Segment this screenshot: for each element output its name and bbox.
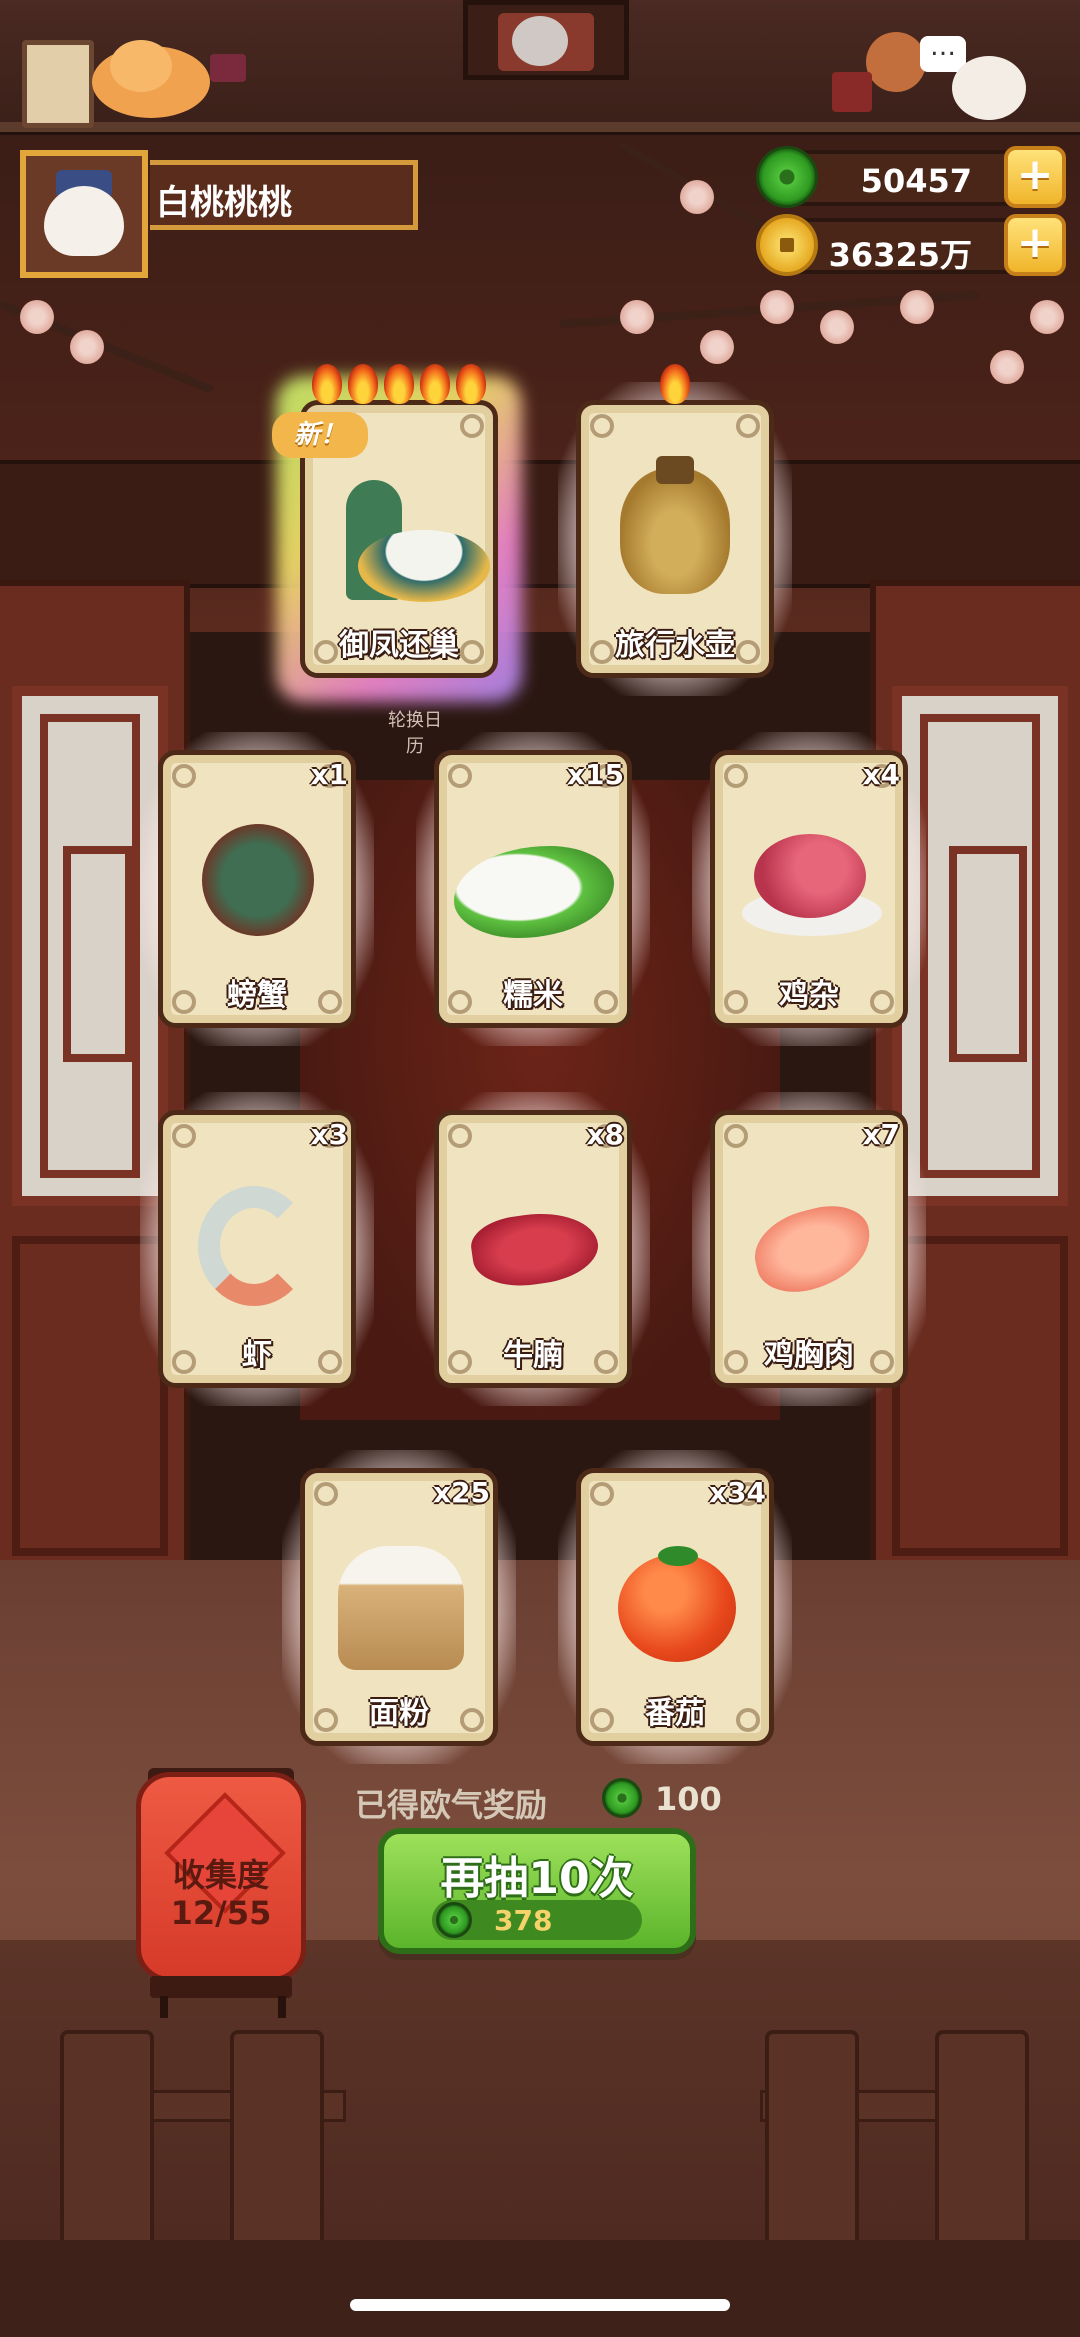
coin-amount: 36325万 [828, 236, 972, 274]
card-name: 鸡胸肉 [764, 1338, 854, 1373]
draw-10-button[interactable]: 再抽10次 378 [378, 1828, 696, 1954]
right-door [870, 580, 1080, 1580]
scroll-decoration [22, 40, 94, 128]
player-name-box: 白桃桃桃 [150, 160, 418, 230]
add-jade-button[interactable]: + [1004, 146, 1066, 208]
cat-avatar-icon [44, 186, 124, 256]
card-special-0[interactable]: 新！ 御凤还巢 [272, 364, 522, 702]
card-name: 旅行水壶 [615, 628, 735, 663]
tomato-icon [618, 1554, 736, 1662]
player-name: 白桃桃桃 [156, 183, 292, 223]
collection-label: 收集度 [172, 1856, 269, 1894]
card-count: x8 [586, 1118, 624, 1151]
card-name: 鸡杂 [779, 978, 839, 1013]
card-name: 虾 [242, 1338, 272, 1373]
card-count: x1 [310, 758, 348, 791]
card-name: 面粉 [369, 1696, 429, 1731]
left-door [0, 580, 190, 1580]
card-item-0[interactable]: x1 螃蟹 [140, 732, 374, 1046]
chef-character-decoration [866, 32, 926, 92]
card-count: x25 [432, 1476, 490, 1509]
phoenix-dish-icon [358, 530, 490, 602]
card-count: x15 [566, 758, 624, 791]
home-indicator [350, 2299, 730, 2311]
white-cat-decoration [952, 56, 1026, 120]
player-avatar[interactable] [20, 150, 148, 278]
card-name: 番茄 [645, 1696, 705, 1731]
card-count: x34 [708, 1476, 766, 1509]
flame-icon [348, 364, 378, 404]
flame-icon [312, 364, 342, 404]
blossom-flower [20, 300, 54, 334]
new-badge: 新！ [272, 412, 368, 458]
card-name: 螃蟹 [227, 978, 287, 1013]
card-item-6[interactable]: x25 面粉 [282, 1450, 516, 1764]
card-item-2[interactable]: x4 鸡杂 [692, 732, 926, 1046]
draw-cost: 378 [494, 1904, 553, 1937]
jade-icon [602, 1778, 642, 1818]
flour-icon [338, 1546, 464, 1670]
card-item-1[interactable]: x15 糯米 [416, 732, 650, 1046]
speech-bubble-icon: … [920, 34, 966, 72]
reward-value: 100 [655, 1780, 722, 1818]
wooden-beam [0, 460, 1080, 588]
flame-icon [420, 364, 450, 404]
card-item-3[interactable]: x3 虾 [140, 1092, 374, 1406]
coin-icon [756, 214, 818, 276]
card-name: 御凤还巢 [339, 628, 459, 663]
card-item-4[interactable]: x8 牛腩 [416, 1092, 650, 1406]
collection-count: 12/55 [170, 1894, 272, 1932]
card-special-1[interactable]: 旅行水壶 [558, 364, 792, 696]
card-name: 糯米 [503, 978, 563, 1013]
add-coin-button[interactable]: + [1004, 214, 1066, 276]
card-name: 牛腩 [503, 1338, 563, 1373]
chicken-giblets-icon [754, 834, 866, 918]
reward-label: 已得欧气奖励 [355, 1786, 548, 1824]
game-scene: … 白桃桃桃 50457 + 36325万 + 新！ 御凤还巢 旅行水壶 轮换日… [0, 0, 1080, 2337]
jade-icon [756, 146, 818, 208]
jade-icon [436, 1902, 472, 1938]
card-count: x4 [862, 758, 900, 791]
flame-icon [384, 364, 414, 404]
flame-icon [456, 364, 486, 404]
shrimp-icon [198, 1186, 310, 1306]
draw-button-label: 再抽10次 [440, 1853, 634, 1904]
card-count: x7 [862, 1118, 900, 1151]
flame-icon [660, 364, 690, 404]
card-item-7[interactable]: x34 番茄 [558, 1450, 792, 1764]
crab-icon [202, 824, 314, 936]
gourd-icon [620, 468, 730, 594]
jade-amount: 50457 [860, 162, 972, 200]
grey-cat-decoration [512, 16, 568, 66]
card-count: x3 [310, 1118, 348, 1151]
card-item-5[interactable]: x7 鸡胸肉 [692, 1092, 926, 1406]
